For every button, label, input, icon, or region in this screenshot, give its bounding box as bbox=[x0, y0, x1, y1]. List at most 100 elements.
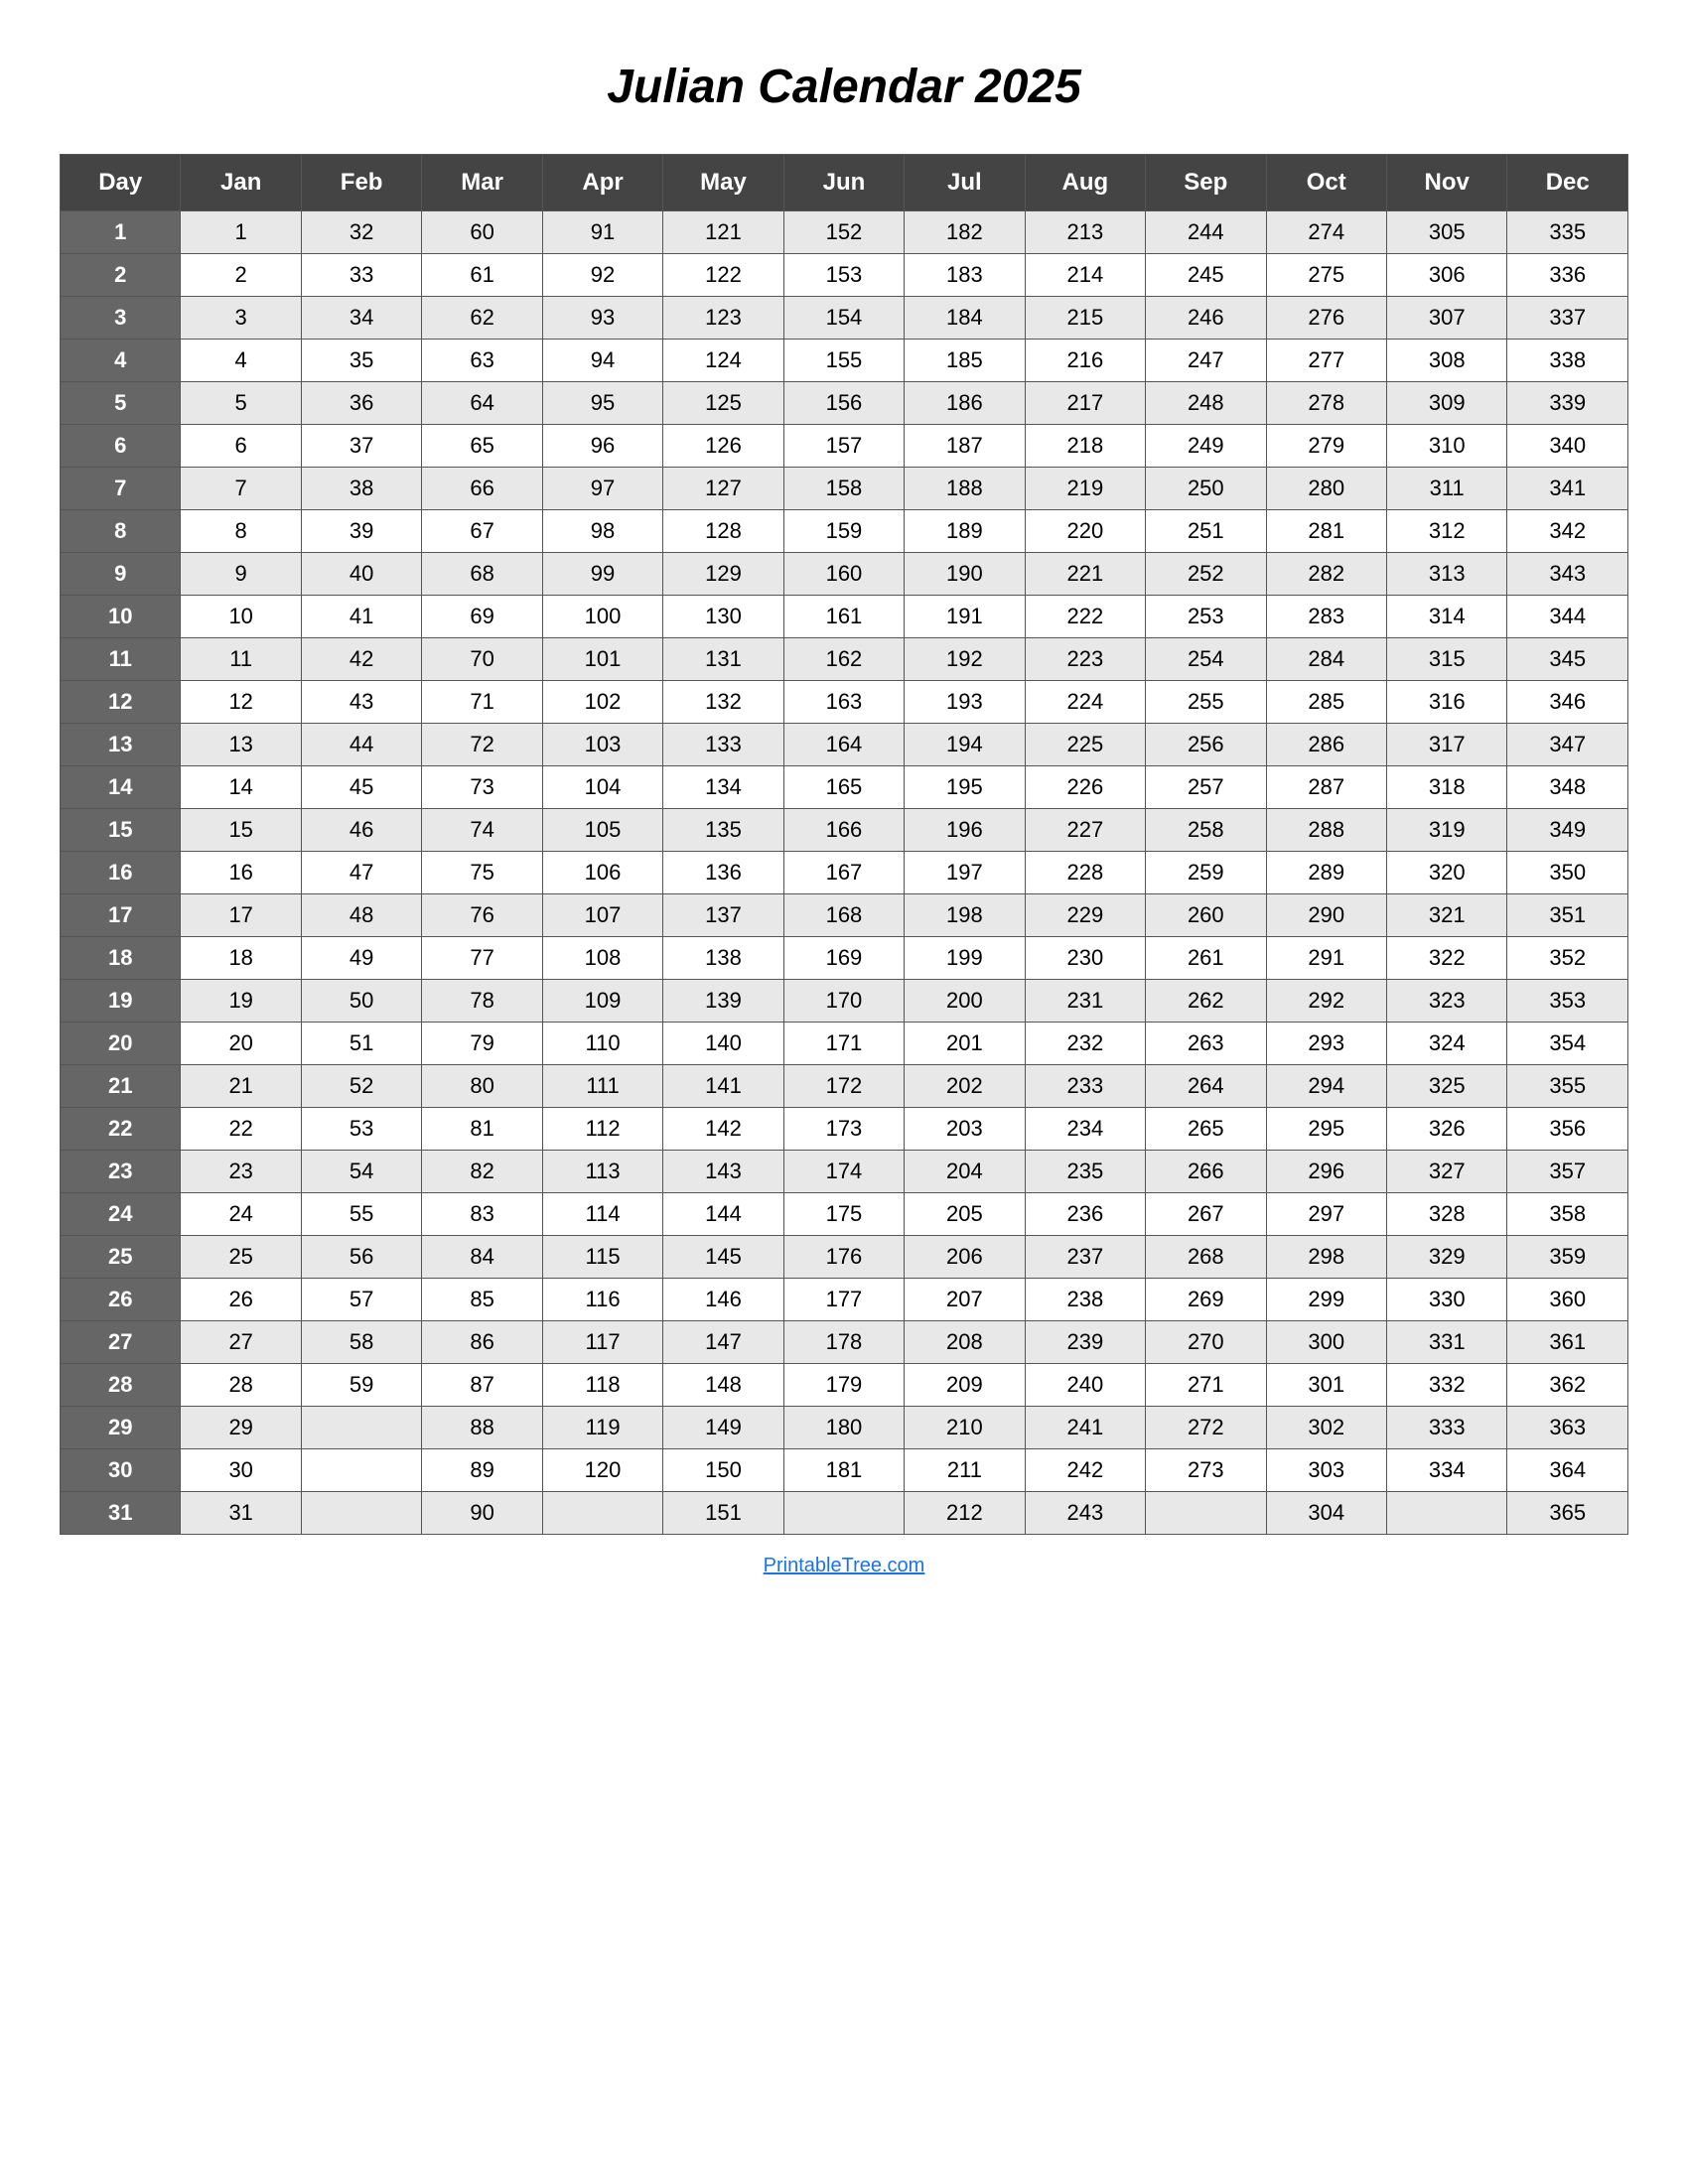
julian-day-cell: 143 bbox=[663, 1151, 783, 1193]
julian-day-cell: 12 bbox=[181, 681, 301, 724]
julian-day-cell: 351 bbox=[1507, 894, 1628, 937]
julian-day-cell: 151 bbox=[663, 1492, 783, 1535]
julian-day-cell: 255 bbox=[1146, 681, 1266, 724]
julian-day-cell: 329 bbox=[1386, 1236, 1506, 1279]
footer-link[interactable]: PrintableTree.com bbox=[764, 1555, 925, 1577]
julian-day-cell: 18 bbox=[181, 937, 301, 980]
julian-day-cell: 168 bbox=[783, 894, 904, 937]
julian-day-cell: 319 bbox=[1386, 809, 1506, 852]
julian-day-cell: 214 bbox=[1025, 254, 1145, 297]
julian-day-cell: 146 bbox=[663, 1279, 783, 1321]
julian-day-cell: 31 bbox=[181, 1492, 301, 1535]
table-row: 28285987118148179209240271301332362 bbox=[61, 1364, 1628, 1407]
julian-day-cell: 230 bbox=[1025, 937, 1145, 980]
julian-day-cell: 286 bbox=[1266, 724, 1386, 766]
day-cell: 3 bbox=[61, 297, 181, 340]
julian-day-cell: 19 bbox=[181, 980, 301, 1023]
julian-day-cell: 354 bbox=[1507, 1023, 1628, 1065]
julian-day-cell: 197 bbox=[905, 852, 1025, 894]
table-row: 10104169100130161191222253283314344 bbox=[61, 596, 1628, 638]
day-cell: 7 bbox=[61, 468, 181, 510]
julian-day-cell: 60 bbox=[422, 211, 542, 254]
julian-day-cell: 297 bbox=[1266, 1193, 1386, 1236]
julian-day-cell: 327 bbox=[1386, 1151, 1506, 1193]
day-cell: 9 bbox=[61, 553, 181, 596]
julian-day-cell: 188 bbox=[905, 468, 1025, 510]
julian-day-cell: 138 bbox=[663, 937, 783, 980]
julian-day-cell: 62 bbox=[422, 297, 542, 340]
julian-day-cell: 167 bbox=[783, 852, 904, 894]
julian-day-cell: 294 bbox=[1266, 1065, 1386, 1108]
julian-day-cell: 51 bbox=[301, 1023, 421, 1065]
julian-day-cell: 47 bbox=[301, 852, 421, 894]
julian-day-cell: 157 bbox=[783, 425, 904, 468]
julian-day-cell: 333 bbox=[1386, 1407, 1506, 1449]
julian-day-cell: 287 bbox=[1266, 766, 1386, 809]
julian-day-cell: 179 bbox=[783, 1364, 904, 1407]
julian-day-cell: 312 bbox=[1386, 510, 1506, 553]
table-row: 16164775106136167197228259289320350 bbox=[61, 852, 1628, 894]
julian-day-cell: 346 bbox=[1507, 681, 1628, 724]
julian-day-cell: 350 bbox=[1507, 852, 1628, 894]
julian-day-cell: 353 bbox=[1507, 980, 1628, 1023]
julian-day-cell: 33 bbox=[301, 254, 421, 297]
julian-day-cell: 92 bbox=[542, 254, 662, 297]
julian-day-cell: 142 bbox=[663, 1108, 783, 1151]
julian-day-cell bbox=[301, 1407, 421, 1449]
julian-day-cell: 17 bbox=[181, 894, 301, 937]
table-row: 27275886117147178208239270300331361 bbox=[61, 1321, 1628, 1364]
julian-day-cell: 339 bbox=[1507, 382, 1628, 425]
julian-day-cell: 182 bbox=[905, 211, 1025, 254]
julian-day-cell: 159 bbox=[783, 510, 904, 553]
julian-day-cell: 170 bbox=[783, 980, 904, 1023]
julian-day-cell: 240 bbox=[1025, 1364, 1145, 1407]
day-cell: 20 bbox=[61, 1023, 181, 1065]
julian-day-cell: 235 bbox=[1025, 1151, 1145, 1193]
julian-day-cell: 140 bbox=[663, 1023, 783, 1065]
julian-day-cell: 10 bbox=[181, 596, 301, 638]
julian-day-cell: 266 bbox=[1146, 1151, 1266, 1193]
julian-day-cell: 171 bbox=[783, 1023, 904, 1065]
table-row: 88396798128159189220251281312342 bbox=[61, 510, 1628, 553]
julian-day-cell: 125 bbox=[663, 382, 783, 425]
julian-day-cell: 38 bbox=[301, 468, 421, 510]
julian-day-cell: 39 bbox=[301, 510, 421, 553]
column-header-jun: Jun bbox=[783, 155, 904, 211]
julian-day-cell: 34 bbox=[301, 297, 421, 340]
julian-day-cell: 198 bbox=[905, 894, 1025, 937]
julian-day-cell: 149 bbox=[663, 1407, 783, 1449]
julian-day-cell: 285 bbox=[1266, 681, 1386, 724]
julian-day-cell bbox=[783, 1492, 904, 1535]
julian-day-cell: 355 bbox=[1507, 1065, 1628, 1108]
julian-day-cell: 268 bbox=[1146, 1236, 1266, 1279]
julian-day-cell: 217 bbox=[1025, 382, 1145, 425]
table-row: 77386697127158188219250280311341 bbox=[61, 468, 1628, 510]
julian-day-cell: 337 bbox=[1507, 297, 1628, 340]
julian-day-cell: 173 bbox=[783, 1108, 904, 1151]
table-row: 303089120150181211242273303334364 bbox=[61, 1449, 1628, 1492]
julian-day-cell: 360 bbox=[1507, 1279, 1628, 1321]
column-header-mar: Mar bbox=[422, 155, 542, 211]
julian-day-cell: 148 bbox=[663, 1364, 783, 1407]
julian-day-cell: 22 bbox=[181, 1108, 301, 1151]
julian-day-cell: 242 bbox=[1025, 1449, 1145, 1492]
table-row: 55366495125156186217248278309339 bbox=[61, 382, 1628, 425]
julian-day-cell: 212 bbox=[905, 1492, 1025, 1535]
julian-day-cell: 154 bbox=[783, 297, 904, 340]
julian-day-cell: 318 bbox=[1386, 766, 1506, 809]
julian-day-cell: 32 bbox=[301, 211, 421, 254]
julian-day-cell: 321 bbox=[1386, 894, 1506, 937]
day-cell: 15 bbox=[61, 809, 181, 852]
julian-day-cell: 328 bbox=[1386, 1193, 1506, 1236]
julian-day-cell: 358 bbox=[1507, 1193, 1628, 1236]
table-row: 14144573104134165195226257287318348 bbox=[61, 766, 1628, 809]
julian-day-cell: 107 bbox=[542, 894, 662, 937]
julian-day-cell: 269 bbox=[1146, 1279, 1266, 1321]
julian-day-cell: 98 bbox=[542, 510, 662, 553]
julian-day-cell: 8 bbox=[181, 510, 301, 553]
julian-day-cell: 54 bbox=[301, 1151, 421, 1193]
julian-day-cell: 72 bbox=[422, 724, 542, 766]
julian-day-cell: 29 bbox=[181, 1407, 301, 1449]
julian-day-cell: 300 bbox=[1266, 1321, 1386, 1364]
day-cell: 25 bbox=[61, 1236, 181, 1279]
